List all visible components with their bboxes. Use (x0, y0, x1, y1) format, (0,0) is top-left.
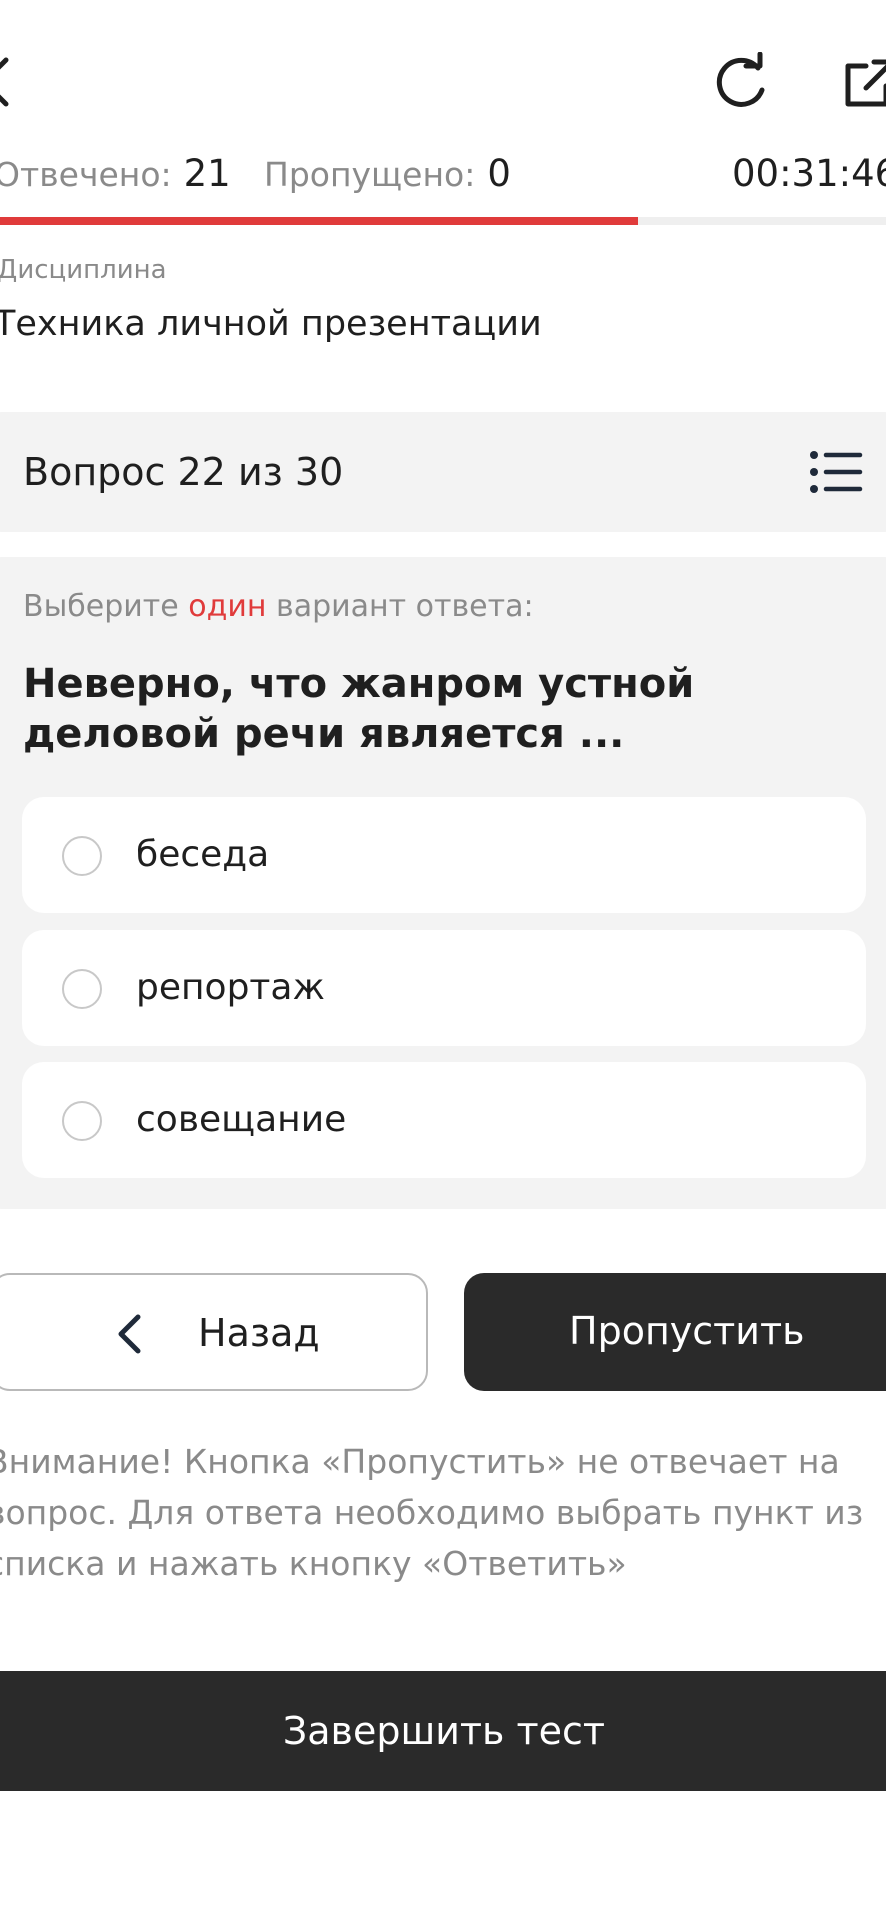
refresh-icon[interactable] (710, 52, 772, 114)
skipped-value: 0 (487, 152, 511, 195)
skip-button-label: Пропустить (569, 1309, 805, 1353)
skipped-label: Пропущено: (264, 155, 476, 194)
discipline-title: Техника личной презентации (0, 304, 542, 344)
question-text: Неверно, что жанром устной деловой речи … (23, 661, 695, 757)
instruction-suffix: вариант ответа: (276, 589, 534, 624)
question-counter: Вопрос 22 из 30 (23, 450, 344, 494)
answer-option[interactable]: совещание (22, 1062, 866, 1178)
chevron-left-icon (114, 1313, 144, 1355)
answer-option-label: беседа (136, 834, 270, 875)
answer-option[interactable]: репортаж (22, 930, 866, 1046)
discipline-label: Дисциплина (0, 255, 167, 285)
warning-text: Внимание! Кнопка «Пропустить» не отвечае… (0, 1442, 864, 1583)
answered-label: Отвечено: (0, 155, 172, 194)
instruction: Выберите один вариант ответа: (23, 589, 534, 624)
back-button-label: Назад (198, 1311, 320, 1355)
back-button[interactable]: Назад (0, 1273, 428, 1391)
progress-bar-fill (0, 217, 638, 225)
skip-button[interactable]: Пропустить (464, 1273, 886, 1391)
answer-option-label: репортаж (136, 967, 325, 1008)
radio-button[interactable] (62, 1101, 102, 1141)
stats-row: Отвечено: 21 Пропущено: 0 00:31:46 (0, 152, 886, 202)
progress-bar (0, 217, 886, 225)
chevron-left-icon[interactable] (0, 52, 16, 112)
answered-stat: Отвечено: 21 (0, 152, 231, 195)
instruction-prefix: Выберите (23, 589, 179, 624)
instruction-accent: один (188, 589, 267, 624)
answer-option-label: совещание (136, 1099, 347, 1140)
question-card: Выберите один вариант ответа: Неверно, ч… (0, 557, 886, 1209)
finish-test-button-label: Завершить тест (282, 1709, 606, 1753)
answer-option[interactable]: беседа (22, 797, 866, 913)
skipped-stat: Пропущено: 0 (264, 152, 511, 195)
answered-value: 21 (183, 152, 231, 195)
question-header: Вопрос 22 из 30 (0, 412, 886, 532)
test-screen: Отвечено: 21 Пропущено: 0 00:31:46 Дисци… (0, 0, 886, 1920)
finish-test-button[interactable]: Завершить тест (0, 1671, 886, 1791)
radio-button[interactable] (62, 969, 102, 1009)
open-external-icon[interactable] (842, 58, 886, 108)
list-icon[interactable] (808, 448, 864, 496)
timer: 00:31:46 (732, 152, 886, 195)
radio-button[interactable] (62, 836, 102, 876)
